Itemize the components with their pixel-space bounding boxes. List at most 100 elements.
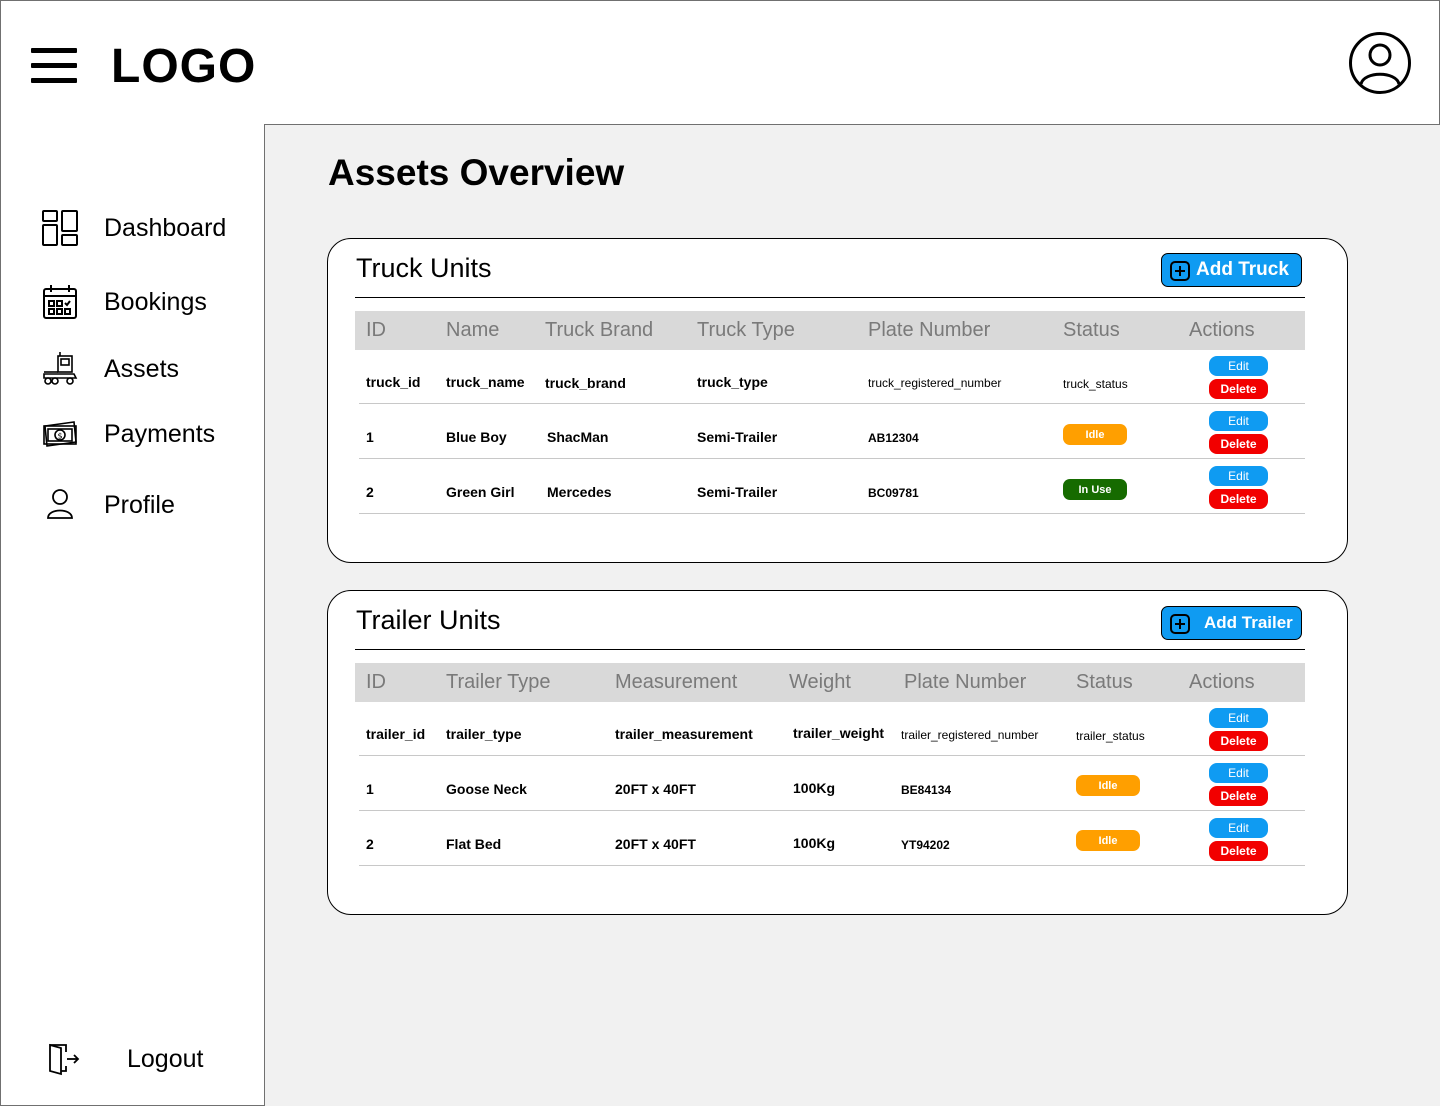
sidebar-item-label: Profile [104, 490, 175, 519]
trailer-plate: BE84134 [901, 783, 952, 797]
sidebar-item-label: Payments [104, 419, 216, 448]
status-badge: In Use [1063, 479, 1127, 500]
trailer-units-title: Trailer Units [356, 605, 501, 635]
account-avatar-icon[interactable] [1348, 31, 1412, 95]
column-header: Plate Number [868, 319, 991, 341]
column-header: ID [366, 319, 386, 341]
add-truck-button[interactable]: Add Truck [1161, 253, 1302, 287]
truck-units-card: Truck Units Add Truck ID Name Truck Bran… [327, 238, 1348, 563]
trailer-plate: YT94202 [901, 838, 950, 852]
sidebar-item-profile[interactable]: Profile [41, 485, 175, 525]
trailer-table-header: ID Trailer Type Measurement Weight Plate… [355, 663, 1305, 702]
trailer-weight: 100Kg [793, 780, 836, 796]
logo: LOGO [111, 40, 257, 93]
truck-units-title: Truck Units [356, 253, 492, 283]
dashboard-icon [41, 209, 79, 247]
divider [355, 297, 1305, 298]
top-header: LOGO [0, 0, 1440, 125]
add-truck-label: Add Truck [1196, 259, 1289, 280]
delete-button[interactable]: Delete [1209, 786, 1268, 806]
trailer-type: Flat Bed [446, 836, 502, 852]
trailer-status: trailer_status [1076, 729, 1145, 743]
calendar-icon [41, 283, 79, 321]
column-header: ID [366, 671, 386, 693]
sidebar-item-assets[interactable]: Assets [41, 349, 179, 389]
logout-button[interactable]: Logout [45, 1039, 203, 1079]
page-title: Assets Overview [328, 152, 625, 193]
delete-button[interactable]: Delete [1209, 489, 1268, 509]
sidebar-item-payments[interactable]: $ Payments [41, 414, 215, 454]
trailer-units-card: Trailer Units Add Trailer ID Trailer Typ… [327, 590, 1348, 915]
column-header: Truck Type [697, 319, 795, 341]
edit-button[interactable]: Edit [1209, 763, 1268, 783]
column-header: Truck Brand [545, 319, 654, 341]
logout-icon [45, 1040, 83, 1078]
trailer-id: 2 [366, 836, 374, 852]
sidebar-item-label: Assets [104, 354, 180, 383]
edit-button[interactable]: Edit [1209, 466, 1268, 486]
truck-status: truck_status [1063, 377, 1128, 391]
truck-brand: Mercedes [547, 484, 612, 500]
trailer-id: trailer_id [366, 726, 426, 742]
svg-text:$: $ [57, 432, 62, 441]
truck-id: 2 [366, 484, 374, 500]
column-header: Plate Number [904, 671, 1027, 693]
sidebar-item-label: Bookings [104, 287, 207, 316]
plus-square-icon [1170, 261, 1190, 281]
column-header: Status [1063, 319, 1120, 341]
trailer-id: 1 [366, 781, 374, 797]
table-row: 2 Green Girl Mercedes Semi-Trailer BC097… [359, 459, 1305, 514]
trailer-measurement: 20FT x 40FT [615, 836, 696, 852]
divider [355, 649, 1305, 650]
truck-type: truck_type [697, 374, 768, 390]
trailer-measurement: 20FT x 40FT [615, 781, 696, 797]
column-header: Status [1076, 671, 1133, 693]
truck-type: Semi-Trailer [697, 484, 778, 500]
truck-plate: BC09781 [868, 486, 919, 500]
sidebar-item-dashboard[interactable]: Dashboard [41, 208, 226, 248]
add-trailer-label: Add Trailer [1204, 613, 1293, 632]
truck-id: 1 [366, 429, 374, 445]
table-row: 2 Flat Bed 20FT x 40FT 100Kg YT94202 Idl… [359, 811, 1305, 866]
truck-plate: AB12304 [868, 431, 919, 445]
truck-id: truck_id [366, 374, 421, 390]
truck-name: truck_name [446, 374, 525, 390]
table-row: 1 Goose Neck 20FT x 40FT 100Kg BE84134 I… [359, 756, 1305, 811]
table-row: truck_id truck_name truck_brand truck_ty… [359, 349, 1305, 404]
user-icon [41, 486, 79, 524]
add-trailer-button[interactable]: Add Trailer [1161, 606, 1302, 640]
cash-icon: $ [41, 415, 79, 453]
delete-button[interactable]: Delete [1209, 841, 1268, 861]
column-header: Weight [789, 671, 851, 693]
column-header: Actions [1189, 671, 1255, 693]
trailer-weight: trailer_weight [793, 725, 885, 741]
edit-button[interactable]: Edit [1209, 818, 1268, 838]
status-badge: Idle [1076, 830, 1140, 851]
delete-button[interactable]: Delete [1209, 434, 1268, 454]
menu-icon[interactable] [31, 48, 77, 86]
delete-button[interactable]: Delete [1209, 379, 1268, 399]
edit-button[interactable]: Edit [1209, 356, 1268, 376]
sidebar: Dashboard Bookings Assets $ Payments Pro… [0, 124, 265, 1106]
trailer-type: Goose Neck [446, 781, 527, 797]
column-header: Actions [1189, 319, 1255, 341]
table-row: 1 Blue Boy ShacMan Semi-Trailer AB12304 … [359, 404, 1305, 459]
edit-button[interactable]: Edit [1209, 708, 1268, 728]
truck-brand: truck_brand [545, 375, 626, 391]
truck-name: Green Girl [446, 484, 515, 500]
truck-table-header: ID Name Truck Brand Truck Type Plate Num… [355, 311, 1305, 350]
sidebar-item-label: Dashboard [104, 213, 227, 242]
logout-label: Logout [127, 1044, 204, 1073]
delete-button[interactable]: Delete [1209, 731, 1268, 751]
status-badge: Idle [1076, 775, 1140, 796]
sidebar-item-bookings[interactable]: Bookings [41, 282, 207, 322]
truck-plate: truck_registered_number [868, 376, 1002, 390]
trailer-plate: trailer_registered_number [901, 728, 1039, 742]
column-header: Name [446, 319, 500, 341]
column-header: Measurement [615, 671, 738, 693]
edit-button[interactable]: Edit [1209, 411, 1268, 431]
plus-square-icon [1170, 614, 1190, 634]
trailer-weight: 100Kg [793, 835, 836, 851]
column-header: Trailer Type [446, 671, 551, 693]
truck-brand: ShacMan [547, 429, 609, 445]
